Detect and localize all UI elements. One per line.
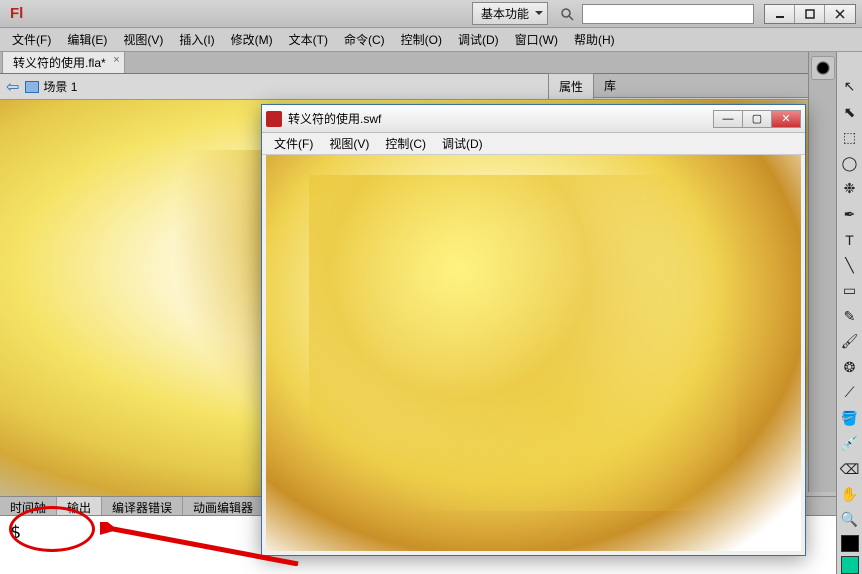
document-tabbar: 转义符的使用.fla* × (0, 52, 862, 74)
pen-tool-icon[interactable]: ✒ (839, 203, 861, 224)
eyedropper-tool-icon[interactable]: 💉 (839, 433, 861, 454)
main-menubar: 文件(F) 编辑(E) 视图(V) 插入(I) 修改(M) 文本(T) 命令(C… (0, 28, 862, 52)
lasso-tool-icon[interactable]: ❉ (839, 178, 861, 199)
eraser-tool-icon[interactable]: ⌫ (839, 458, 861, 479)
document-tab[interactable]: 转义符的使用.fla* × (2, 51, 125, 73)
swf-content-area (266, 155, 801, 551)
text-tool-icon[interactable]: T (839, 229, 861, 250)
stroke-color-swatch[interactable] (841, 535, 859, 553)
free-transform-tool-icon[interactable]: ⬚ (839, 127, 861, 148)
bottom-tab-output[interactable]: 输出 (57, 497, 102, 515)
menu-text[interactable]: 文本(T) (281, 28, 336, 51)
bottom-tab-timeline[interactable]: 时间轴 (0, 497, 57, 515)
workspace-dropdown[interactable]: 基本功能 (472, 2, 548, 25)
zoom-tool-icon[interactable]: 🔍 (839, 509, 861, 530)
brush-tool-icon[interactable]: 🖌 (839, 331, 861, 352)
back-arrow-icon[interactable]: ⇦ (6, 77, 19, 97)
menu-modify[interactable]: 修改(M) (223, 28, 281, 51)
menu-debug[interactable]: 调试(D) (450, 28, 507, 51)
swf-title-text: 转义符的使用.swf (288, 110, 381, 127)
collapsed-panel-strip (808, 52, 836, 492)
scene-name: 场景 1 (43, 78, 77, 95)
tab-close-icon[interactable]: × (113, 54, 119, 66)
swf-menu-debug[interactable]: 调试(D) (434, 133, 491, 154)
menu-control[interactable]: 控制(O) (393, 28, 450, 51)
line-tool-icon[interactable]: ╲ (839, 254, 861, 275)
subselection-tool-icon[interactable]: ⬉ (839, 101, 861, 122)
rectangle-tool-icon[interactable]: ▭ (839, 280, 861, 301)
swf-maximize-button[interactable]: ▢ (742, 110, 772, 128)
tools-panel: ↖ ⬉ ⬚ ◯ ❉ ✒ T ╲ ▭ ✎ 🖌 ❂ ⟋ 🪣 💉 ⌫ ✋ 🔍 (836, 52, 862, 574)
window-controls (764, 4, 856, 24)
bottom-tab-motion-editor[interactable]: 动画编辑器 (183, 497, 264, 515)
document-tab-label: 转义符的使用.fla* (13, 56, 106, 70)
swf-menubar: 文件(F) 视图(V) 控制(C) 调试(D) (262, 133, 805, 155)
swf-app-icon (266, 111, 282, 127)
swf-menu-file[interactable]: 文件(F) (266, 133, 321, 154)
deco-tool-icon[interactable]: ❂ (839, 356, 861, 377)
app-titlebar: Fl 基本功能 (0, 0, 862, 28)
bone-tool-icon[interactable]: ⟋ (839, 382, 861, 403)
swf-minimize-button[interactable]: — (713, 110, 743, 128)
tab-properties[interactable]: 属性 (548, 73, 594, 99)
menu-insert[interactable]: 插入(I) (171, 28, 222, 51)
menu-view[interactable]: 视图(V) (115, 28, 171, 51)
search-input[interactable] (582, 4, 754, 24)
hand-tool-icon[interactable]: ✋ (839, 484, 861, 505)
pencil-tool-icon[interactable]: ✎ (839, 305, 861, 326)
scene-icon (25, 81, 39, 93)
swatch-panel-icon[interactable] (811, 56, 835, 80)
swf-rendered-image (266, 155, 801, 551)
bottom-tab-compiler-errors[interactable]: 编译器错误 (102, 497, 183, 515)
minimize-button[interactable] (765, 5, 795, 23)
app-logo: Fl (6, 3, 27, 24)
swf-player-window[interactable]: 转义符的使用.swf — ▢ ✕ 文件(F) 视图(V) 控制(C) 调试(D) (261, 104, 806, 556)
search-icon[interactable] (558, 5, 576, 23)
menu-window[interactable]: 窗口(W) (507, 28, 566, 51)
swf-close-button[interactable]: ✕ (771, 110, 801, 128)
menu-file[interactable]: 文件(F) (4, 28, 59, 51)
swf-menu-view[interactable]: 视图(V) (321, 133, 377, 154)
swf-titlebar[interactable]: 转义符的使用.swf — ▢ ✕ (262, 105, 805, 133)
swf-menu-control[interactable]: 控制(C) (377, 133, 434, 154)
tab-library[interactable]: 库 (594, 73, 626, 98)
maximize-button[interactable] (795, 5, 825, 23)
menu-commands[interactable]: 命令(C) (336, 28, 393, 51)
fill-color-swatch[interactable] (841, 556, 859, 574)
selection-tool-icon[interactable]: ↖ (839, 76, 861, 97)
menu-help[interactable]: 帮助(H) (566, 28, 623, 51)
3d-rotation-tool-icon[interactable]: ◯ (839, 152, 861, 173)
menu-edit[interactable]: 编辑(E) (59, 28, 115, 51)
close-button[interactable] (825, 5, 855, 23)
paint-bucket-tool-icon[interactable]: 🪣 (839, 407, 861, 428)
